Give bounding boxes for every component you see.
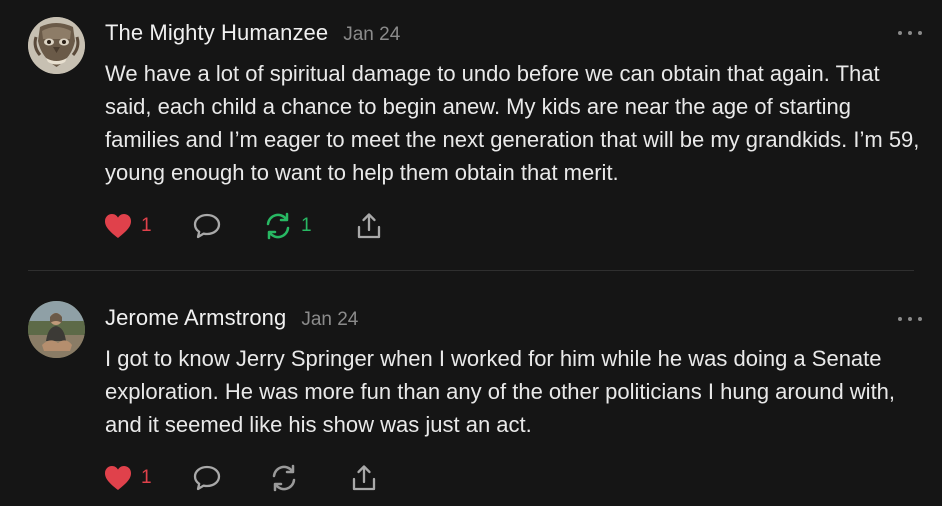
restack-button[interactable]: 1 xyxy=(263,211,312,241)
comment-date[interactable]: Jan 24 xyxy=(343,24,400,46)
restack-button[interactable] xyxy=(269,463,299,493)
more-options-icon[interactable] xyxy=(898,29,922,37)
comment-header: Jerome Armstrong Jan 24 xyxy=(105,305,358,331)
comment-item: Jerome Armstrong Jan 24 I got to know Je… xyxy=(0,271,942,506)
like-count: 1 xyxy=(141,467,152,488)
restack-icon xyxy=(272,464,296,492)
heart-icon xyxy=(105,466,131,490)
comment-bubble-icon xyxy=(193,213,221,239)
comment-body: I got to know Jerry Springer when I work… xyxy=(105,346,896,437)
like-button[interactable]: 1 xyxy=(103,463,152,493)
restack-icon xyxy=(266,212,290,240)
share-icon xyxy=(352,465,376,491)
comment-header: The Mighty Humanzee Jan 24 xyxy=(105,20,400,46)
restack-count: 1 xyxy=(301,215,312,236)
like-count: 1 xyxy=(141,215,152,236)
author-name[interactable]: The Mighty Humanzee xyxy=(105,20,328,46)
comment-date[interactable]: Jan 24 xyxy=(301,309,358,331)
share-button[interactable] xyxy=(354,211,384,241)
heart-icon xyxy=(105,214,131,238)
comment-body: We have a lot of spiritual damage to und… xyxy=(105,61,920,185)
avatar[interactable] xyxy=(28,17,85,74)
more-options-icon[interactable] xyxy=(898,315,922,323)
avatar[interactable] xyxy=(28,301,85,358)
author-name[interactable]: Jerome Armstrong xyxy=(105,305,286,331)
share-button[interactable] xyxy=(349,463,379,493)
comment-bubble-icon xyxy=(193,465,221,491)
comment-item: The Mighty Humanzee Jan 24 We have a lot… xyxy=(0,0,942,270)
reply-button[interactable] xyxy=(192,463,222,493)
like-button[interactable]: 1 xyxy=(103,211,152,241)
share-icon xyxy=(357,213,381,239)
reply-button[interactable] xyxy=(192,211,222,241)
